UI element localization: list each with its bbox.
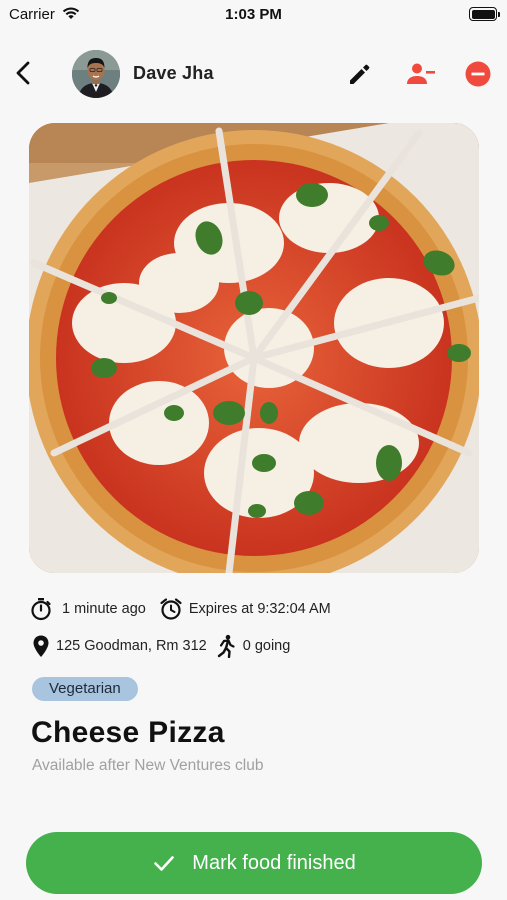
edit-pencil-icon[interactable] (346, 60, 374, 88)
going-count: 0 going (242, 638, 291, 654)
poster-name[interactable]: Dave Jha (133, 63, 214, 84)
location-pin-icon (29, 634, 53, 658)
back-chevron-icon[interactable] (10, 58, 38, 88)
location-text: 125 Goodman, Rm 312 (56, 638, 207, 654)
clock-time: 1:03 PM (225, 6, 282, 23)
checkmark-icon (154, 856, 175, 871)
post-header: Dave Jha (0, 46, 507, 102)
status-bar: Carrier 1:03 PM (0, 0, 507, 28)
availability-note: Available after New Ventures club (32, 757, 264, 774)
dietary-tag: Vegetarian (32, 677, 138, 701)
posted-ago: 1 minute ago (62, 601, 146, 617)
expires-time: Expires at 9:32:04 AM (188, 601, 331, 617)
stopwatch-icon (29, 597, 53, 621)
battery-icon (469, 7, 500, 21)
time-info-row: 1 minute ago Expires at 9:32:04 AM (29, 596, 331, 622)
alarm-clock-icon (159, 597, 183, 621)
walking-person-icon (214, 634, 238, 658)
delete-circle-icon[interactable] (465, 61, 491, 87)
location-info-row: 125 Goodman, Rm 312 0 going (29, 633, 290, 659)
food-photo (29, 123, 479, 573)
mark-finished-label: Mark food finished (192, 851, 356, 874)
mark-finished-button[interactable]: Mark food finished (26, 832, 482, 894)
remove-person-icon[interactable] (404, 60, 436, 88)
avatar[interactable] (72, 50, 120, 98)
food-title: Cheese Pizza (31, 716, 225, 749)
